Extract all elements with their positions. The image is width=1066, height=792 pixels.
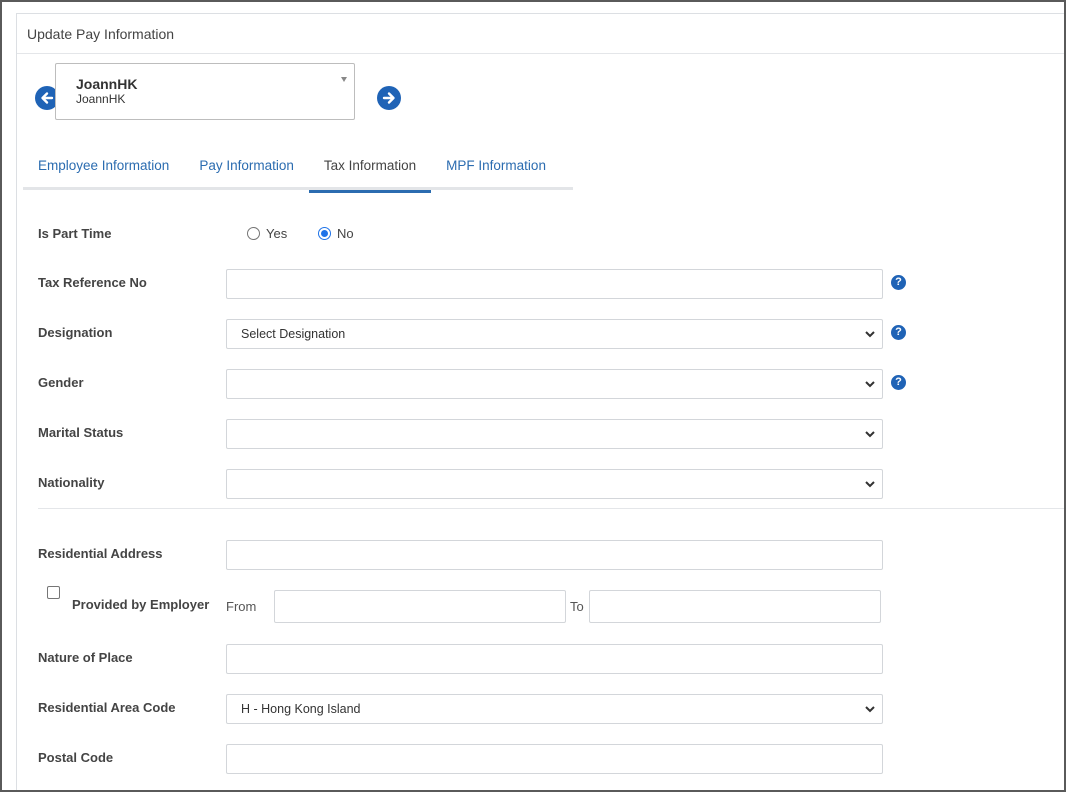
tab-employee-information[interactable]: Employee Information — [23, 154, 184, 190]
part-time-no-label: No — [337, 226, 354, 241]
gender-select[interactable] — [226, 369, 883, 399]
residential-address-input[interactable] — [226, 540, 883, 570]
tax-reference-label: Tax Reference No — [38, 275, 147, 290]
part-time-label: Is Part Time — [38, 226, 112, 241]
postal-code-input[interactable] — [226, 744, 883, 774]
chevron-down-icon — [865, 706, 875, 713]
provided-by-employer-label: Provided by Employer — [72, 597, 210, 612]
nature-of-place-input[interactable] — [226, 644, 883, 674]
marital-status-select[interactable] — [226, 419, 883, 449]
employee-name: JoannHK — [76, 76, 138, 92]
caret-down-icon — [341, 77, 347, 82]
postal-code-label: Postal Code — [38, 750, 114, 765]
chevron-down-icon — [865, 381, 875, 388]
residential-address-label: Residential Address — [38, 546, 163, 561]
update-pay-panel: Update Pay Information — [16, 13, 1064, 790]
employee-subtitle: JoannHK — [76, 92, 126, 106]
to-label: To — [570, 599, 584, 614]
from-date-input[interactable] — [274, 590, 566, 623]
chevron-down-icon — [865, 431, 875, 438]
arrow-right-icon — [382, 92, 395, 104]
nature-of-place-label: Nature of Place — [38, 650, 133, 665]
chevron-down-icon — [865, 481, 875, 488]
marital-status-label: Marital Status — [38, 425, 124, 440]
tax-reference-input[interactable] — [226, 269, 883, 299]
designation-value: Select Designation — [241, 327, 346, 341]
part-time-yes-radio[interactable] — [247, 227, 260, 240]
arrow-left-icon — [41, 92, 54, 104]
residential-area-code-label: Residential Area Code — [38, 700, 176, 715]
residential-area-code-value: H - Hong Kong Island — [241, 702, 361, 716]
chevron-down-icon — [865, 331, 875, 338]
residential-area-code-select[interactable]: H - Hong Kong Island — [226, 694, 883, 724]
window-frame: Update Pay Information JoannHK JoannHK E… — [0, 0, 1066, 792]
tab-bar: Employee Information Pay Information Tax… — [23, 154, 573, 193]
part-time-yes-label: Yes — [266, 226, 288, 241]
provided-by-employer-checkbox[interactable] — [47, 586, 60, 599]
nationality-select[interactable] — [226, 469, 883, 499]
tab-tax-information[interactable]: Tax Information — [308, 154, 432, 193]
nationality-label: Nationality — [38, 475, 105, 490]
part-time-no-radio[interactable] — [318, 227, 331, 240]
gender-help-icon[interactable]: ? — [891, 375, 906, 390]
tax-reference-help-icon[interactable]: ? — [891, 275, 906, 290]
from-label: From — [226, 599, 257, 614]
designation-label: Designation — [38, 325, 113, 340]
next-employee-button[interactable] — [377, 86, 401, 110]
designation-select[interactable]: Select Designation — [226, 319, 883, 349]
gender-label: Gender — [38, 375, 84, 390]
page-title: Update Pay Information — [27, 25, 175, 42]
tab-mpf-information[interactable]: MPF Information — [431, 154, 561, 190]
section-divider — [38, 508, 1064, 509]
employee-select[interactable]: JoannHK JoannHK — [55, 63, 355, 120]
panel-header: Update Pay Information — [17, 14, 1064, 54]
tab-pay-information[interactable]: Pay Information — [184, 154, 309, 190]
to-date-input[interactable] — [589, 590, 881, 623]
designation-help-icon[interactable]: ? — [891, 325, 906, 340]
